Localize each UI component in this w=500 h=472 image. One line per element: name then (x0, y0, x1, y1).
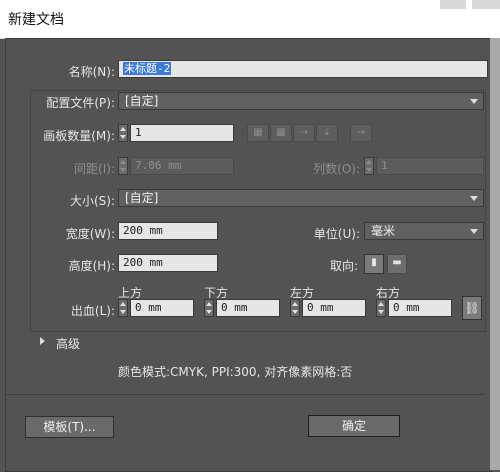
columns-label: 列数(O): (313, 162, 360, 176)
landscape-icon[interactable]: ▬ (387, 254, 407, 274)
artboards-stepper[interactable] (118, 124, 128, 142)
arrange-by-column-icon[interactable]: ⇣ (316, 124, 338, 142)
divider (6, 394, 484, 395)
bleed-left-input[interactable]: 0 mm (302, 299, 366, 317)
bleed-bottom-value: 0 mm (221, 301, 248, 314)
bleed-right-input[interactable]: 0 mm (388, 299, 452, 317)
columns-stepper[interactable] (364, 157, 374, 175)
templates-button[interactable]: 模板(T)... (25, 416, 114, 438)
units-dropdown[interactable]: 毫米 (364, 222, 484, 240)
columns-input[interactable]: 1 (376, 157, 484, 175)
profile-value: [自定] (125, 94, 159, 108)
window-title: 新建文档 (8, 12, 64, 28)
width-input[interactable]: 200 mm (118, 222, 218, 240)
chevron-down-icon (470, 229, 478, 234)
bleed-left-stepper[interactable] (290, 299, 300, 317)
artboards-label: 画板数量(M): (43, 129, 115, 143)
bleed-label: 出血(L): (70, 304, 115, 318)
grid-by-row-icon[interactable]: ▦ (247, 124, 269, 142)
spacing-input[interactable]: 7.06 mm (130, 157, 234, 175)
right-to-left-icon[interactable]: → (350, 124, 372, 142)
bleed-right-stepper[interactable] (376, 299, 386, 317)
bleed-top-input[interactable]: 0 mm (130, 299, 194, 317)
spacing-stepper[interactable] (118, 157, 128, 175)
advanced-label[interactable]: 高级 (56, 335, 80, 352)
units-value: 毫米 (371, 224, 396, 238)
bleed-right-value: 0 mm (393, 301, 420, 314)
profile-dropdown[interactable]: [自定] (118, 92, 484, 110)
window-edge (490, 38, 500, 470)
chevron-down-icon (470, 99, 478, 104)
title-bar-decoration (440, 0, 466, 9)
units-label: 单位(U): (313, 227, 360, 241)
bleed-bottom-stepper[interactable] (204, 299, 214, 317)
artboards-input[interactable]: 1 (130, 124, 234, 142)
size-value: [自定] (125, 191, 159, 205)
columns-value: 1 (381, 159, 388, 172)
name-input[interactable]: 未标题-2 (118, 60, 488, 78)
ok-button[interactable]: 确定 (308, 415, 400, 437)
spacing-value: 7.06 mm (135, 159, 182, 172)
profile-label: 配置文件(P): (46, 96, 115, 110)
orientation-label: 取向: (329, 259, 358, 273)
grid-by-column-icon[interactable]: ▩ (270, 124, 292, 142)
bleed-top-stepper[interactable] (118, 299, 128, 317)
size-label: 大小(S): (69, 194, 115, 208)
spacing-label: 间距(I): (74, 162, 115, 176)
height-label: 高度(H): (68, 259, 115, 273)
width-label: 宽度(W): (65, 227, 115, 241)
bleed-top-value: 0 mm (135, 301, 162, 314)
height-input[interactable]: 200 mm (118, 254, 218, 272)
height-value: 200 mm (123, 256, 163, 269)
chevron-down-icon (470, 196, 478, 201)
name-label: 名称(N): (68, 65, 115, 79)
artboards-value: 1 (135, 126, 142, 139)
size-dropdown[interactable]: [自定] (118, 189, 484, 207)
width-value: 200 mm (123, 224, 163, 237)
chain-link-icon[interactable]: ⛓ (462, 296, 482, 320)
arrange-by-row-icon[interactable]: ⇢ (293, 124, 315, 142)
title-bar: 新建文档 (0, 0, 500, 39)
disclosure-triangle-icon[interactable] (40, 337, 45, 345)
bleed-bottom-input[interactable]: 0 mm (216, 299, 280, 317)
portrait-icon[interactable]: ▮ (364, 254, 384, 274)
document-info-text: 颜色模式:CMYK, PPI:300, 对齐像素网格:否 (118, 365, 353, 379)
bleed-left-value: 0 mm (307, 301, 334, 314)
name-value: 未标题-2 (123, 62, 172, 75)
title-bar-decoration (472, 0, 500, 9)
